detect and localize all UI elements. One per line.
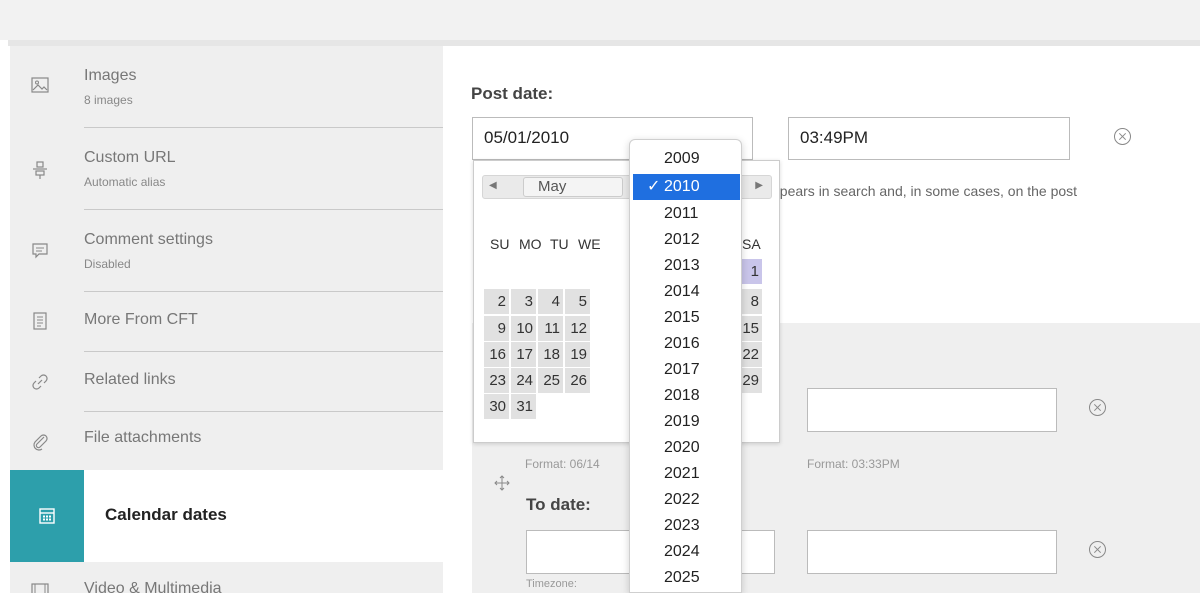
timezone-label: Timezone: (526, 578, 577, 590)
sidebar-item-subtext: Automatic alias (84, 175, 166, 189)
calendar-day[interactable]: 24 (511, 368, 536, 393)
sidebar-item-subtext: 8 images (84, 93, 133, 107)
calendar-day[interactable]: 3 (511, 289, 536, 314)
calendar-day[interactable]: 26 (565, 368, 590, 393)
calendar-day[interactable]: 16 (484, 342, 509, 367)
next-month-icon[interactable]: ▶ (755, 180, 763, 191)
weekday-header: WE (578, 236, 601, 252)
weekday-header: SU (490, 236, 510, 252)
year-option[interactable]: 2025 (630, 565, 741, 591)
year-option[interactable]: 2018 (630, 383, 741, 409)
sidebar-item-label: Images (84, 67, 137, 84)
checkmark-icon: ✓ (647, 178, 661, 195)
year-option[interactable]: 2011 (630, 201, 741, 227)
calendar-day[interactable]: 12 (565, 316, 590, 341)
sidebar-item-subtext: Disabled (84, 257, 131, 271)
sidebar-item-label: File attachments (84, 429, 202, 446)
year-option[interactable]: 2012 (630, 227, 741, 253)
year-option[interactable]: 2019 (630, 409, 741, 435)
sidebar-item-custom-url[interactable]: Custom URL Automatic alias (10, 128, 443, 209)
custom-url-icon (30, 160, 50, 180)
sidebar-item-label: Calendar dates (105, 505, 227, 524)
drag-handle-icon[interactable] (494, 475, 510, 491)
active-indicator (10, 470, 84, 562)
post-date-help-text: ppears in search and, in some cases, on … (772, 183, 1078, 199)
year-option[interactable]: 2021 (630, 461, 741, 487)
year-option[interactable]: 2009 (630, 146, 741, 172)
month-select-value: May (538, 178, 567, 195)
sidebar-item-more-from-cft[interactable]: More From CFT (10, 292, 443, 350)
year-option-label: 2010 (664, 178, 700, 195)
sidebar-item-related-links[interactable]: Related links (10, 352, 443, 410)
sidebar-item-label: Video & Multimedia (84, 580, 222, 593)
image-icon (30, 75, 50, 95)
year-option[interactable]: 2023 (630, 513, 741, 539)
calendar-day[interactable]: 25 (538, 368, 563, 393)
from-time-format-hint: Format: 03:33PM (807, 457, 900, 471)
calendar-icon (39, 508, 55, 524)
sidebar: Images 8 images Custom URL Automatic ali… (10, 46, 443, 593)
year-option[interactable]: 2015 (630, 305, 741, 331)
year-dropdown: 2009 ✓ 2010 2011 2012 2013 2014 2015 201… (629, 139, 742, 593)
sidebar-item-label: More From CFT (84, 311, 198, 328)
year-option[interactable]: 2013 (630, 253, 741, 279)
year-option[interactable]: 2016 (630, 331, 741, 357)
calendar-day[interactable]: 2 (484, 289, 509, 314)
sidebar-item-label: Comment settings (84, 231, 213, 248)
calendar-day[interactable]: 19 (565, 342, 590, 367)
sidebar-item-comment-settings[interactable]: Comment settings Disabled (10, 210, 443, 291)
calendar-day[interactable]: 4 (538, 289, 563, 314)
sidebar-item-file-attachments[interactable]: File attachments (10, 412, 443, 470)
year-option[interactable]: 2017 (630, 357, 741, 383)
post-time-input[interactable]: 03:49PM (788, 117, 1070, 160)
calendar-day[interactable]: 11 (538, 316, 563, 341)
to-date-title: To date: (526, 495, 591, 514)
year-option[interactable]: 2020 (630, 435, 741, 461)
weekday-header: SA (742, 236, 761, 252)
weekday-header: MO (519, 236, 542, 252)
link-icon (30, 372, 50, 392)
post-date-title: Post date: (471, 84, 554, 103)
film-icon (30, 580, 50, 593)
sidebar-item-label: Custom URL (84, 149, 176, 166)
prev-month-icon[interactable]: ◀ (489, 180, 497, 191)
sidebar-item-label: Related links (84, 371, 176, 388)
sidebar-item-calendar-dates[interactable]: Calendar dates (10, 470, 443, 562)
top-bar (0, 0, 1200, 40)
calendar-day[interactable]: 23 (484, 368, 509, 393)
weekday-header: TU (550, 236, 569, 252)
calendar-day[interactable]: 31 (511, 394, 536, 419)
calendar-day[interactable]: 30 (484, 394, 509, 419)
sidebar-item-images[interactable]: Images 8 images (10, 46, 443, 127)
year-option[interactable]: 2022 (630, 487, 741, 513)
month-select[interactable]: May (523, 177, 623, 197)
comment-icon (30, 240, 50, 260)
year-option-selected[interactable]: ✓ 2010 (633, 174, 740, 200)
year-option[interactable]: 2024 (630, 539, 741, 565)
from-date-format-hint: Format: 06/14 (525, 457, 600, 471)
to-time-input[interactable] (807, 530, 1057, 574)
calendar-day[interactable]: 18 (538, 342, 563, 367)
from-time-input[interactable] (807, 388, 1057, 432)
calendar-day[interactable]: 9 (484, 316, 509, 341)
clear-from-date-icon[interactable] (1089, 399, 1106, 416)
document-icon (30, 311, 50, 331)
sidebar-item-video-multimedia[interactable]: Video & Multimedia (10, 562, 443, 593)
year-option[interactable]: 2014 (630, 279, 741, 305)
calendar-day[interactable]: 17 (511, 342, 536, 367)
clear-to-date-icon[interactable] (1089, 541, 1106, 558)
calendar-day[interactable]: 10 (511, 316, 536, 341)
calendar-day[interactable]: 5 (565, 289, 590, 314)
clear-post-date-icon[interactable] (1114, 128, 1131, 145)
paperclip-icon (30, 431, 50, 451)
